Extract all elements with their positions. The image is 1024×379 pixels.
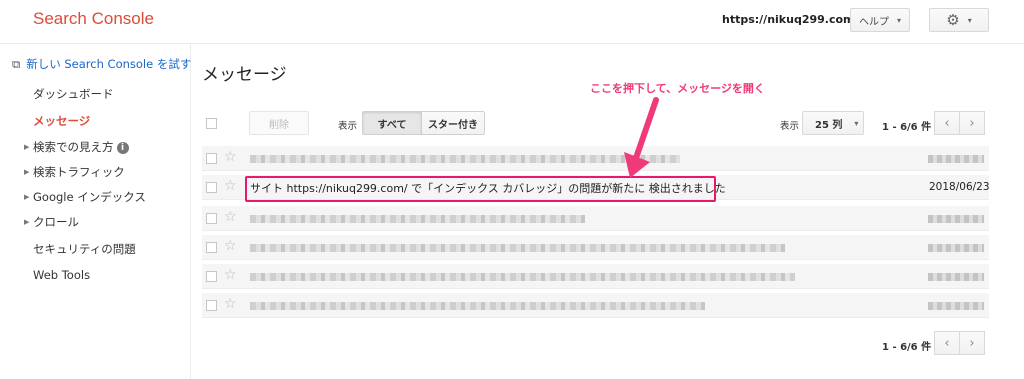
- sidebar-item-search-appearance[interactable]: 検索での見え方 i: [33, 139, 129, 155]
- chevron-down-icon: ▾: [896, 15, 901, 25]
- prev-page-button[interactable]: ‹: [934, 111, 960, 135]
- star-icon[interactable]: ☆: [224, 178, 237, 194]
- row-checkbox[interactable]: [206, 153, 217, 164]
- help-button-label: ヘルプ: [858, 16, 889, 28]
- star-icon[interactable]: ☆: [224, 209, 237, 225]
- pager-count: 1 - 6/6 件: [882, 122, 932, 133]
- top-bar: Search Console https://nikuq299.com/ ヘルプ…: [0, 0, 1024, 44]
- expand-arrow-icon[interactable]: ▶: [24, 143, 29, 151]
- site-selector[interactable]: https://nikuq299.com/: [722, 13, 859, 26]
- expand-arrow-icon[interactable]: ▶: [24, 193, 29, 201]
- message-row[interactable]: ☆: [202, 293, 989, 318]
- redacted-subject: [250, 155, 680, 163]
- message-row[interactable]: ☆: [202, 235, 989, 260]
- redacted-date: [928, 155, 984, 163]
- rows-label: 表示: [780, 121, 800, 132]
- sidebar-item-label: 新しい Search Console を試す: [26, 57, 192, 71]
- highlight-box: [245, 176, 716, 202]
- select-all-checkbox[interactable]: [206, 118, 217, 129]
- sidebar-item-web-tools[interactable]: Web Tools: [33, 268, 90, 282]
- sidebar-item-crawl[interactable]: クロール: [33, 214, 79, 230]
- row-checkbox[interactable]: [206, 271, 217, 282]
- sidebar-item-messages[interactable]: メッセージ: [33, 113, 90, 129]
- settings-button[interactable]: ⚙ ▾: [929, 8, 989, 32]
- gear-icon: ⚙: [946, 11, 960, 29]
- next-page-button[interactable]: ›: [959, 111, 985, 135]
- sidebar-item-label: 検索での見え方: [33, 140, 114, 154]
- app-logo[interactable]: Search Console: [33, 9, 154, 29]
- redacted-subject: [250, 302, 705, 310]
- sidebar-item-new-console[interactable]: ⧉ 新しい Search Console を試す: [12, 56, 191, 72]
- rows-per-page-select[interactable]: 25 列 ▾: [802, 111, 864, 135]
- chevron-down-icon: ▾: [854, 118, 859, 128]
- filter-label: 表示: [338, 121, 358, 132]
- annotation-text: ここを押下して、メッセージを開く: [590, 82, 765, 95]
- sidebar-item-search-traffic[interactable]: 検索トラフィック: [33, 164, 125, 180]
- footer-pager-count: 1 - 6/6 件: [882, 342, 932, 353]
- message-row[interactable]: ☆: [202, 206, 989, 231]
- chevron-down-icon: ▾: [967, 15, 972, 25]
- star-icon[interactable]: ☆: [224, 267, 237, 283]
- redacted-subject: [250, 215, 585, 223]
- rows-value: 25 列: [815, 119, 843, 131]
- row-checkbox[interactable]: [206, 213, 217, 224]
- redacted-subject: [250, 244, 785, 252]
- help-button[interactable]: ヘルプ ▾: [850, 8, 910, 32]
- redacted-subject: [250, 273, 795, 281]
- row-checkbox[interactable]: [206, 300, 217, 311]
- message-row[interactable]: ☆: [202, 146, 989, 171]
- main-content: メッセージ ここを押下して、メッセージを開く 削除 表示 すべて スター付き 表…: [192, 44, 1024, 379]
- expand-arrow-icon[interactable]: ▶: [24, 218, 29, 226]
- footer-prev-page-button[interactable]: ‹: [934, 331, 960, 355]
- sidebar-item-security[interactable]: セキュリティの問題: [33, 241, 136, 257]
- message-date: 2018/06/23: [929, 181, 990, 193]
- row-checkbox[interactable]: [206, 182, 217, 193]
- sidebar-item-google-index[interactable]: Google インデックス: [33, 189, 146, 205]
- expand-arrow-icon[interactable]: ▶: [24, 168, 29, 176]
- filter-starred-button[interactable]: スター付き: [421, 111, 485, 135]
- filter-all-button[interactable]: すべて: [362, 111, 422, 135]
- star-icon[interactable]: ☆: [224, 296, 237, 312]
- star-icon[interactable]: ☆: [224, 149, 237, 165]
- page-title: メッセージ: [202, 65, 287, 85]
- message-row[interactable]: ☆: [202, 264, 989, 289]
- delete-button[interactable]: 削除: [249, 111, 309, 135]
- footer-next-page-button[interactable]: ›: [959, 331, 985, 355]
- sidebar: ⧉ 新しい Search Console を試す ダッシュボード メッセージ ▶ …: [0, 44, 191, 379]
- star-icon[interactable]: ☆: [224, 238, 237, 254]
- sidebar-item-dashboard[interactable]: ダッシュボード: [33, 86, 114, 102]
- info-icon[interactable]: i: [116, 142, 129, 154]
- external-link-icon: ⧉: [12, 57, 21, 71]
- redacted-date: [928, 302, 984, 310]
- redacted-date: [928, 215, 984, 223]
- redacted-date: [928, 273, 984, 281]
- row-checkbox[interactable]: [206, 242, 217, 253]
- redacted-date: [928, 244, 984, 252]
